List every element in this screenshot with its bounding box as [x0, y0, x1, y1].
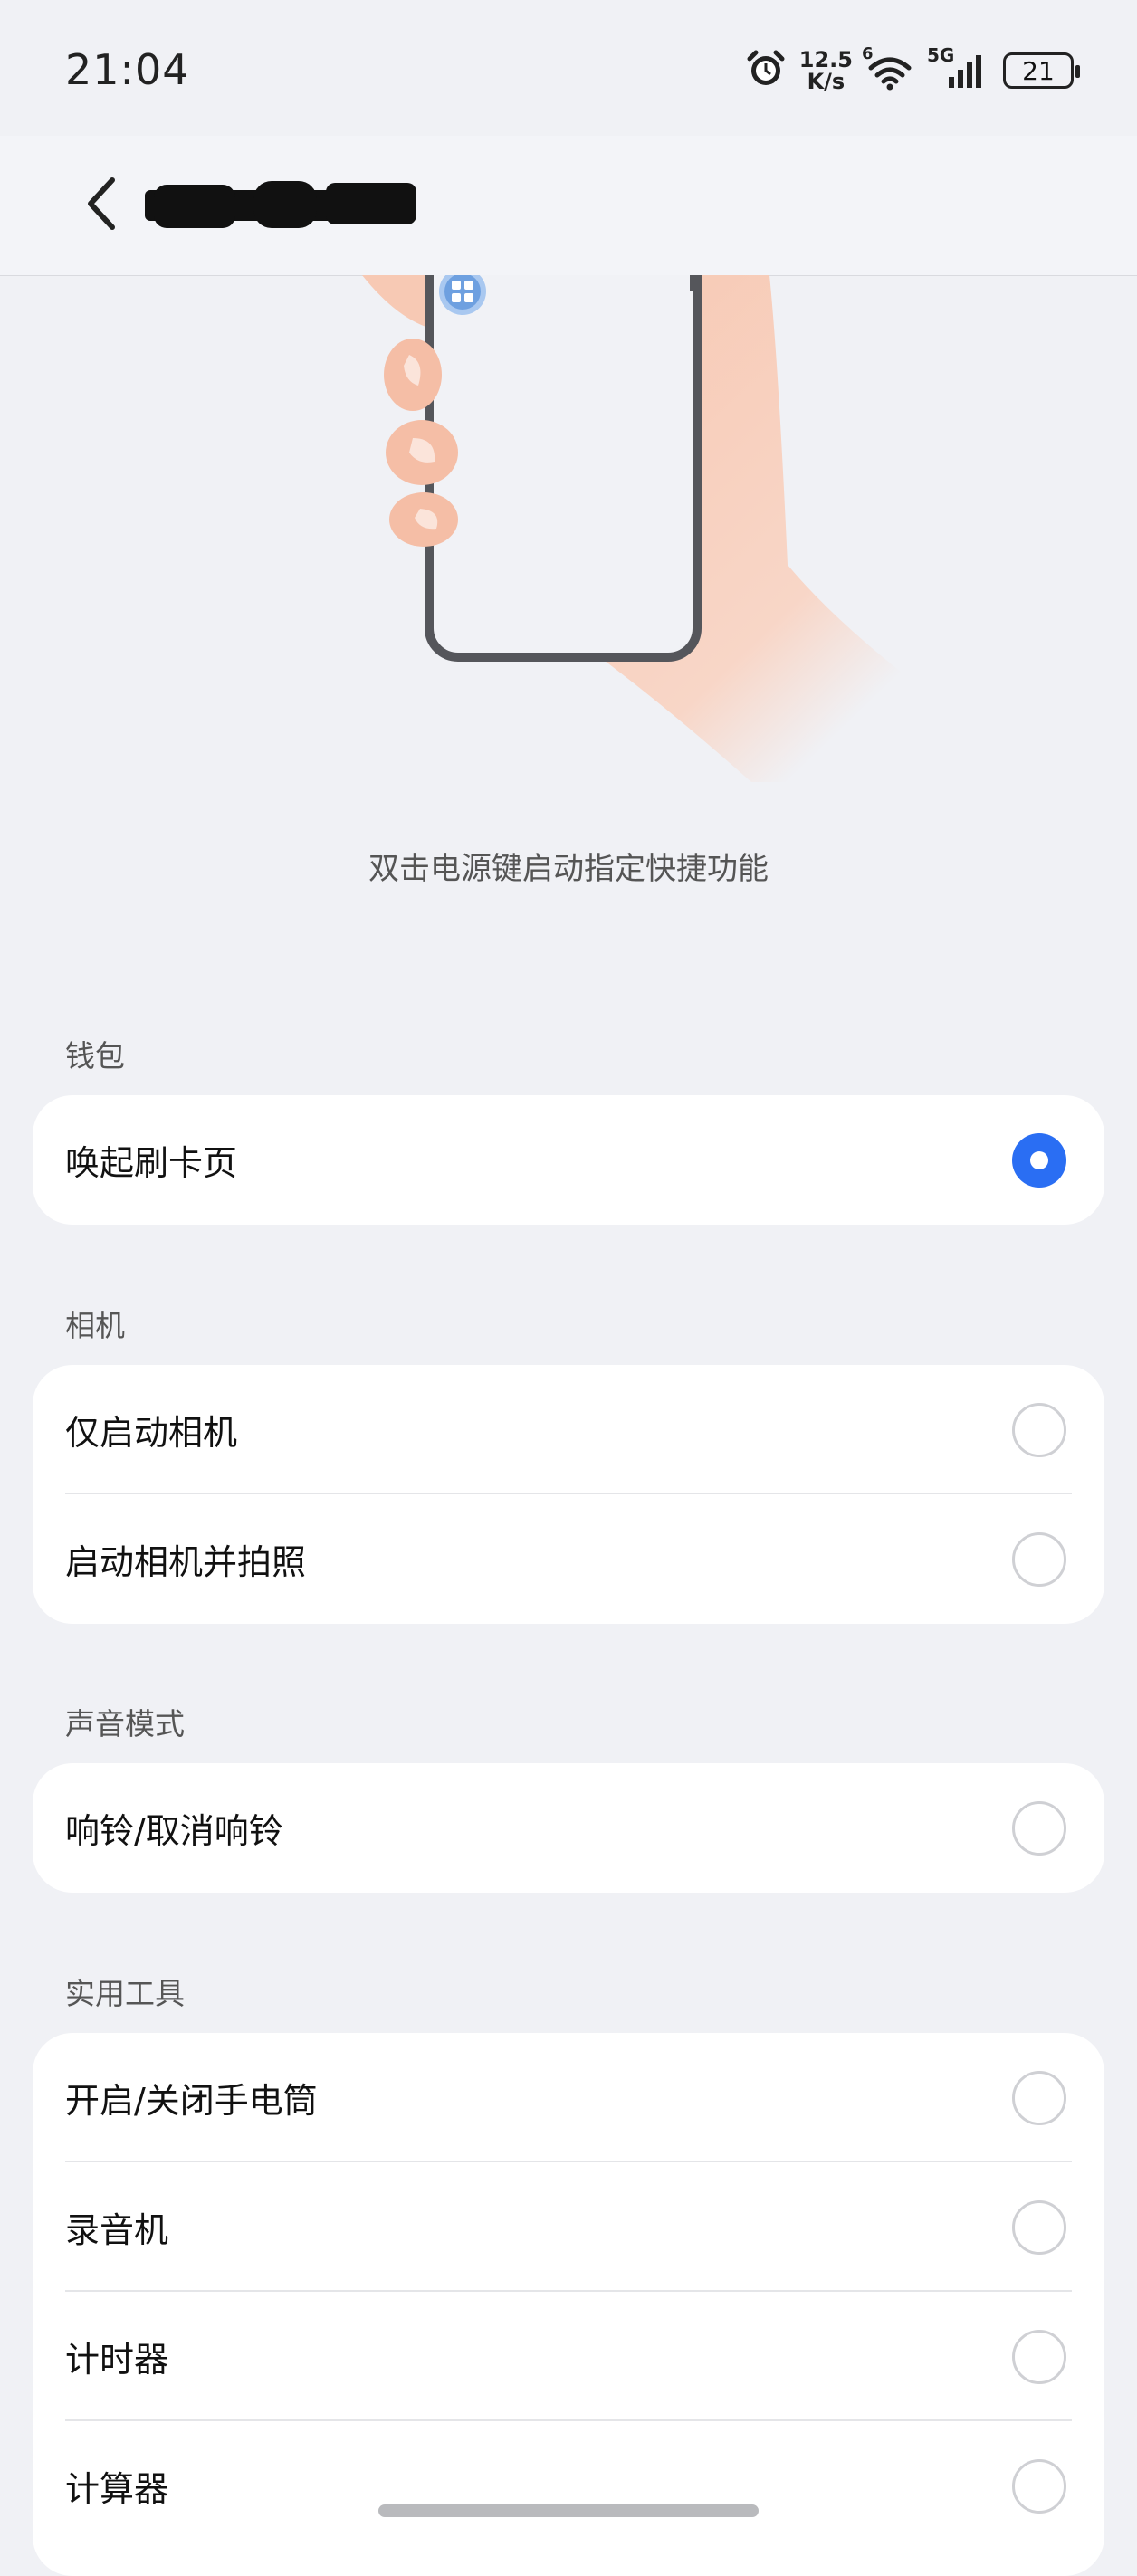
status-bar: 21:04 12.5 K/s 6 5G 21: [0, 0, 1137, 136]
radio-button[interactable]: [1012, 1800, 1066, 1856]
radio-button-selected[interactable]: [1012, 1132, 1066, 1188]
signal-icon: 5G: [927, 44, 990, 91]
option-label: 唤起刷卡页: [65, 1143, 238, 1183]
radio-button[interactable]: [1012, 2329, 1066, 2384]
options-card-wallet: 唤起刷卡页: [33, 1095, 1104, 1225]
battery-indicator: 21: [1003, 52, 1080, 89]
app-header: [0, 136, 1137, 276]
page-title-redacted: [145, 165, 416, 241]
option-label: 启动相机并拍照: [65, 1542, 307, 1582]
options-card-tools: 开启/关闭手电筒 录音机 计时器 计算器: [33, 2033, 1104, 2576]
home-indicator[interactable]: [378, 2504, 759, 2517]
status-time: 21:04: [65, 45, 190, 94]
section-label-sound: 声音模式: [65, 1706, 185, 1741]
option-row-ring-toggle[interactable]: 响铃/取消响铃: [33, 1763, 1104, 1893]
chevron-left-icon: [83, 175, 119, 236]
option-row-calculator[interactable]: 计算器: [33, 2421, 1104, 2551]
option-row-card-page[interactable]: 唤起刷卡页: [33, 1095, 1104, 1225]
options-card-camera: 仅启动相机 启动相机并拍照: [33, 1365, 1104, 1624]
options-card-sound: 响铃/取消响铃: [33, 1763, 1104, 1893]
option-label: 开启/关闭手电筒: [65, 2081, 318, 2121]
radio-button[interactable]: [1012, 1402, 1066, 1457]
option-row-flashlight[interactable]: 开启/关闭手电筒: [33, 2033, 1104, 2162]
option-row-camera-shoot[interactable]: 启动相机并拍照: [33, 1494, 1104, 1624]
option-label: 计时器: [65, 2340, 169, 2380]
option-label: 仅启动相机: [65, 1413, 238, 1453]
option-label: 计算器: [65, 2469, 169, 2509]
hand-phone-illustration: [0, 275, 1137, 809]
radio-button[interactable]: [1012, 1531, 1066, 1587]
section-label-tools: 实用工具: [65, 1976, 185, 2011]
section-label-camera: 相机: [65, 1308, 125, 1343]
option-row-camera-only[interactable]: 仅启动相机: [33, 1365, 1104, 1494]
back-button[interactable]: [76, 167, 127, 244]
wifi-icon: 6: [862, 44, 914, 91]
feature-description: 双击电源键启动指定快捷功能: [368, 851, 769, 887]
radio-button[interactable]: [1012, 2070, 1066, 2125]
alarm-icon: [745, 48, 787, 93]
option-label: 录音机: [65, 2210, 169, 2250]
status-icons: 12.5 K/s 6 5G 21: [745, 43, 1080, 98]
option-row-timer[interactable]: 计时器: [33, 2292, 1104, 2421]
option-label: 响铃/取消响铃: [65, 1811, 283, 1851]
net-speed: 12.5 K/s: [798, 47, 853, 94]
radio-button[interactable]: [1012, 2199, 1066, 2255]
option-row-recorder[interactable]: 录音机: [33, 2162, 1104, 2292]
wifi-badge: 6: [862, 44, 874, 63]
radio-button[interactable]: [1012, 2458, 1066, 2514]
section-label-wallet: 钱包: [65, 1038, 125, 1073]
